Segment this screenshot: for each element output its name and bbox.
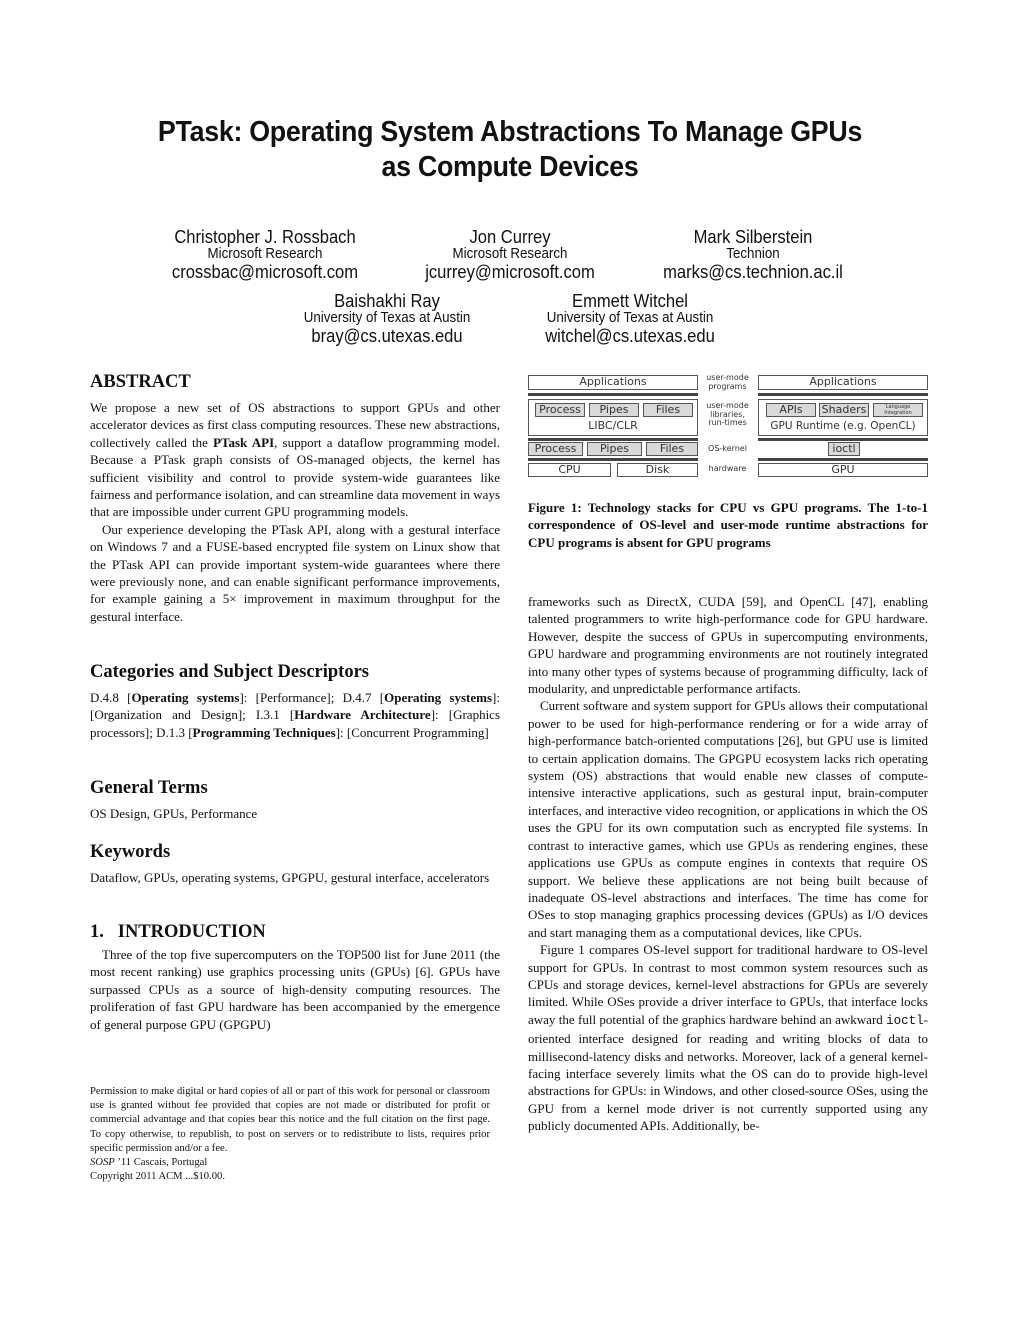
author-block: Mark Silberstein Technion marks@cs.techn… <box>633 227 872 282</box>
copyright-line: Copyright 2011 ACM ...$10.00. <box>90 1171 225 1183</box>
author-email[interactable]: crossbac@microsoft.com <box>145 262 384 282</box>
cpu-lib-pipes: Pipes <box>589 403 639 417</box>
abstract-paragraph-1: We propose a new set of OS abstractions … <box>90 399 500 521</box>
gpu-runtime-language-integration: Language Integration <box>873 403 923 417</box>
author-name: Emmett Witchel <box>572 291 688 311</box>
cpu-lib-files: Files <box>643 403 693 417</box>
copyright-footnote: Permission to make digital or hard copie… <box>90 1085 490 1184</box>
layer-divider <box>528 458 698 461</box>
gpu-runtime-label: GPU Runtime (e.g. OpenCL) <box>770 420 916 432</box>
venue-line: SOSP ’11 Cascais, Portugal <box>90 1156 490 1170</box>
cpu-libc-box: Process Pipes Files LIBC/CLR <box>528 399 698 436</box>
keywords-body: Dataflow, GPUs, operating systems, GPGPU… <box>90 870 490 885</box>
abstract-body: We propose a new set of OS abstractions … <box>90 399 500 625</box>
author-name: Baishakhi Ray <box>334 291 440 311</box>
ioctl-code: ioctl <box>886 1013 924 1028</box>
categories-heading: Categories and Subject Descriptors <box>90 662 369 682</box>
permission-notice: Permission to make digital or hard copie… <box>90 1086 490 1154</box>
category-term: Operating systems <box>131 690 240 705</box>
author-email[interactable]: jcurrey@microsoft.com <box>395 262 625 282</box>
author-block: Emmett Witchel University of Texas at Au… <box>524 291 736 346</box>
cpu-hardware-disk: Disk <box>617 463 698 477</box>
layer-divider <box>758 458 928 461</box>
title-line-1: PTask: Operating System Abstractions To … <box>157 116 863 148</box>
categories-body: D.4.8 [Operating systems]: [Performance]… <box>90 689 500 741</box>
venue-name: SOSP <box>90 1157 115 1169</box>
category-text: ]: [Performance]; D.4.7 [ <box>239 690 385 705</box>
label-hardware: hardware <box>708 464 747 473</box>
label-line: programs <box>708 381 747 391</box>
introduction-right-body: frameworks such as DirectX, CUDA [59], a… <box>528 593 928 1135</box>
gpu-runtime-box: APIs Shaders Language Integration GPU Ru… <box>758 399 928 436</box>
cpu-kernel-process: Process <box>528 442 583 456</box>
general-terms-heading: General Terms <box>90 778 208 798</box>
label-user-mode-libraries: user-mode libraries, run-times <box>700 401 755 428</box>
introduction-paragraph: Three of the top five supercomputers on … <box>90 947 500 1032</box>
paragraph-text: Figure 1 compares OS-level support for t… <box>528 942 928 1027</box>
author-email[interactable]: bray@cs.utexas.edu <box>281 326 493 346</box>
cpu-libc-label: LIBC/CLR <box>588 419 638 432</box>
label-os-kernel: OS-kernel <box>708 444 747 453</box>
gpu-runtime-shaders: Shaders <box>819 403 869 417</box>
layer-divider <box>528 393 698 396</box>
cpu-lib-process: Process <box>535 403 585 417</box>
author-block: Christopher J. Rossbach Microsoft Resear… <box>145 227 384 282</box>
venue-location: ’11 Cascais, Portugal <box>114 1157 208 1169</box>
author-affiliation: Microsoft Research <box>207 246 323 262</box>
title-line-2: as Compute Devices <box>381 151 639 183</box>
introduction-paragraph: frameworks such as DirectX, CUDA [59], a… <box>528 594 928 697</box>
layer-divider <box>528 438 698 441</box>
layer-divider <box>758 393 928 396</box>
abstract-heading: ABSTRACT <box>90 372 191 392</box>
keywords-heading: Keywords <box>90 842 171 862</box>
category-term: Operating systems <box>384 690 493 705</box>
label-line: run-times <box>708 418 747 427</box>
general-terms-body: OS Design, GPUs, Performance <box>90 806 258 821</box>
ptask-api-term: PTask API <box>213 434 275 450</box>
author-name: Christopher J. Rossbach <box>174 227 356 247</box>
gpu-kernel-ioctl: ioctl <box>828 442 860 456</box>
gpu-runtime-apis: APIs <box>766 403 816 417</box>
author-name: Mark Silberstein <box>693 227 813 247</box>
paper-title: PTask: Operating System Abstractions To … <box>87 115 933 185</box>
introduction-paragraph: Current software and system support for … <box>528 698 928 940</box>
author-email[interactable]: marks@cs.technion.ac.il <box>633 262 872 282</box>
author-affiliation: Microsoft Research <box>452 246 568 262</box>
figure-1-caption: Figure 1: Technology stacks for CPU vs G… <box>528 500 928 550</box>
author-affiliation: University of Texas at Austin <box>303 310 471 326</box>
author-affiliation: University of Texas at Austin <box>546 310 714 326</box>
category-text: ]: [Concurrent Programming] <box>335 724 489 740</box>
cpu-applications-box: Applications <box>528 375 698 390</box>
author-block: Baishakhi Ray University of Texas at Aus… <box>281 291 493 346</box>
figure-1-diagram: Applications Process Pipes Files LIBC/CL… <box>528 372 928 480</box>
introduction-left-body: Three of the top five supercomputers on … <box>90 946 500 1033</box>
author-email[interactable]: witchel@cs.utexas.edu <box>524 326 736 346</box>
layer-divider <box>758 438 928 441</box>
author-block: Jon Currey Microsoft Research jcurrey@mi… <box>395 227 625 282</box>
label-user-mode-programs: user-mode programs <box>700 373 755 391</box>
category-text: D.4.8 [ <box>90 690 132 705</box>
cpu-hardware-cpu: CPU <box>528 463 611 477</box>
abstract-paragraph-2: Our experience developing the PTask API,… <box>90 521 500 624</box>
author-affiliation: Technion <box>726 246 780 262</box>
cpu-kernel-files: Files <box>646 442 698 456</box>
category-term: Programming Techniques <box>192 724 336 740</box>
paragraph-text: -oriented interface designed for reading… <box>528 1011 928 1134</box>
gpu-applications-box: Applications <box>758 375 928 390</box>
category-term: Hardware Architecture <box>294 707 431 723</box>
introduction-paragraph: Figure 1 compares OS-level support for t… <box>528 941 928 1134</box>
cpu-kernel-pipes: Pipes <box>587 442 642 456</box>
introduction-heading: 1. INTRODUCTION <box>90 922 266 942</box>
gpu-hardware-gpu: GPU <box>758 463 928 477</box>
author-name: Jon Currey <box>469 227 551 247</box>
